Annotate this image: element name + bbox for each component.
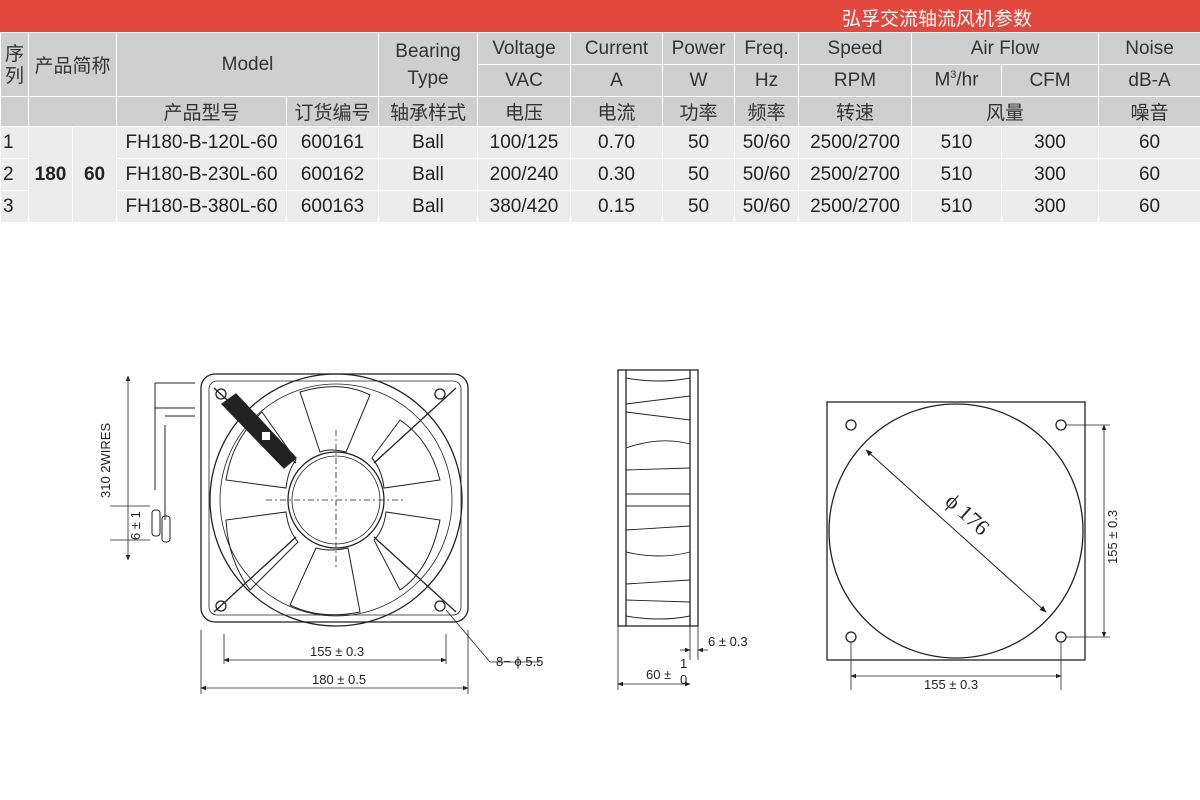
technical-drawing: 310 2WIRES 6 ± 1 155 ± 0.3 180 ± 0.5 8− … xyxy=(98,369,1120,694)
hole-callout-label: 8− ϕ 5.5 xyxy=(496,654,543,669)
side-depth-label: 60 ± xyxy=(646,667,671,682)
lead-dim-label: 6 ± 1 xyxy=(128,511,143,540)
front-size-label: 180 ± 0.5 xyxy=(312,672,366,687)
side-view xyxy=(617,369,708,690)
front-hole-spacing-label: 155 ± 0.3 xyxy=(310,644,364,659)
side-flange-label: 6 ± 0.3 xyxy=(708,634,748,649)
side-tol-minus: 0 xyxy=(680,672,687,687)
cutout-h-spacing-label: 155 ± 0.3 xyxy=(924,677,978,692)
wires-label: 310 2WIRES xyxy=(98,423,113,498)
cutout-diameter-label: ϕ 176 xyxy=(941,488,995,540)
cutout-view xyxy=(826,401,1110,690)
side-tol-plus: 1 xyxy=(680,656,687,671)
cutout-v-spacing-label: 155 ± 0.3 xyxy=(1105,510,1120,564)
